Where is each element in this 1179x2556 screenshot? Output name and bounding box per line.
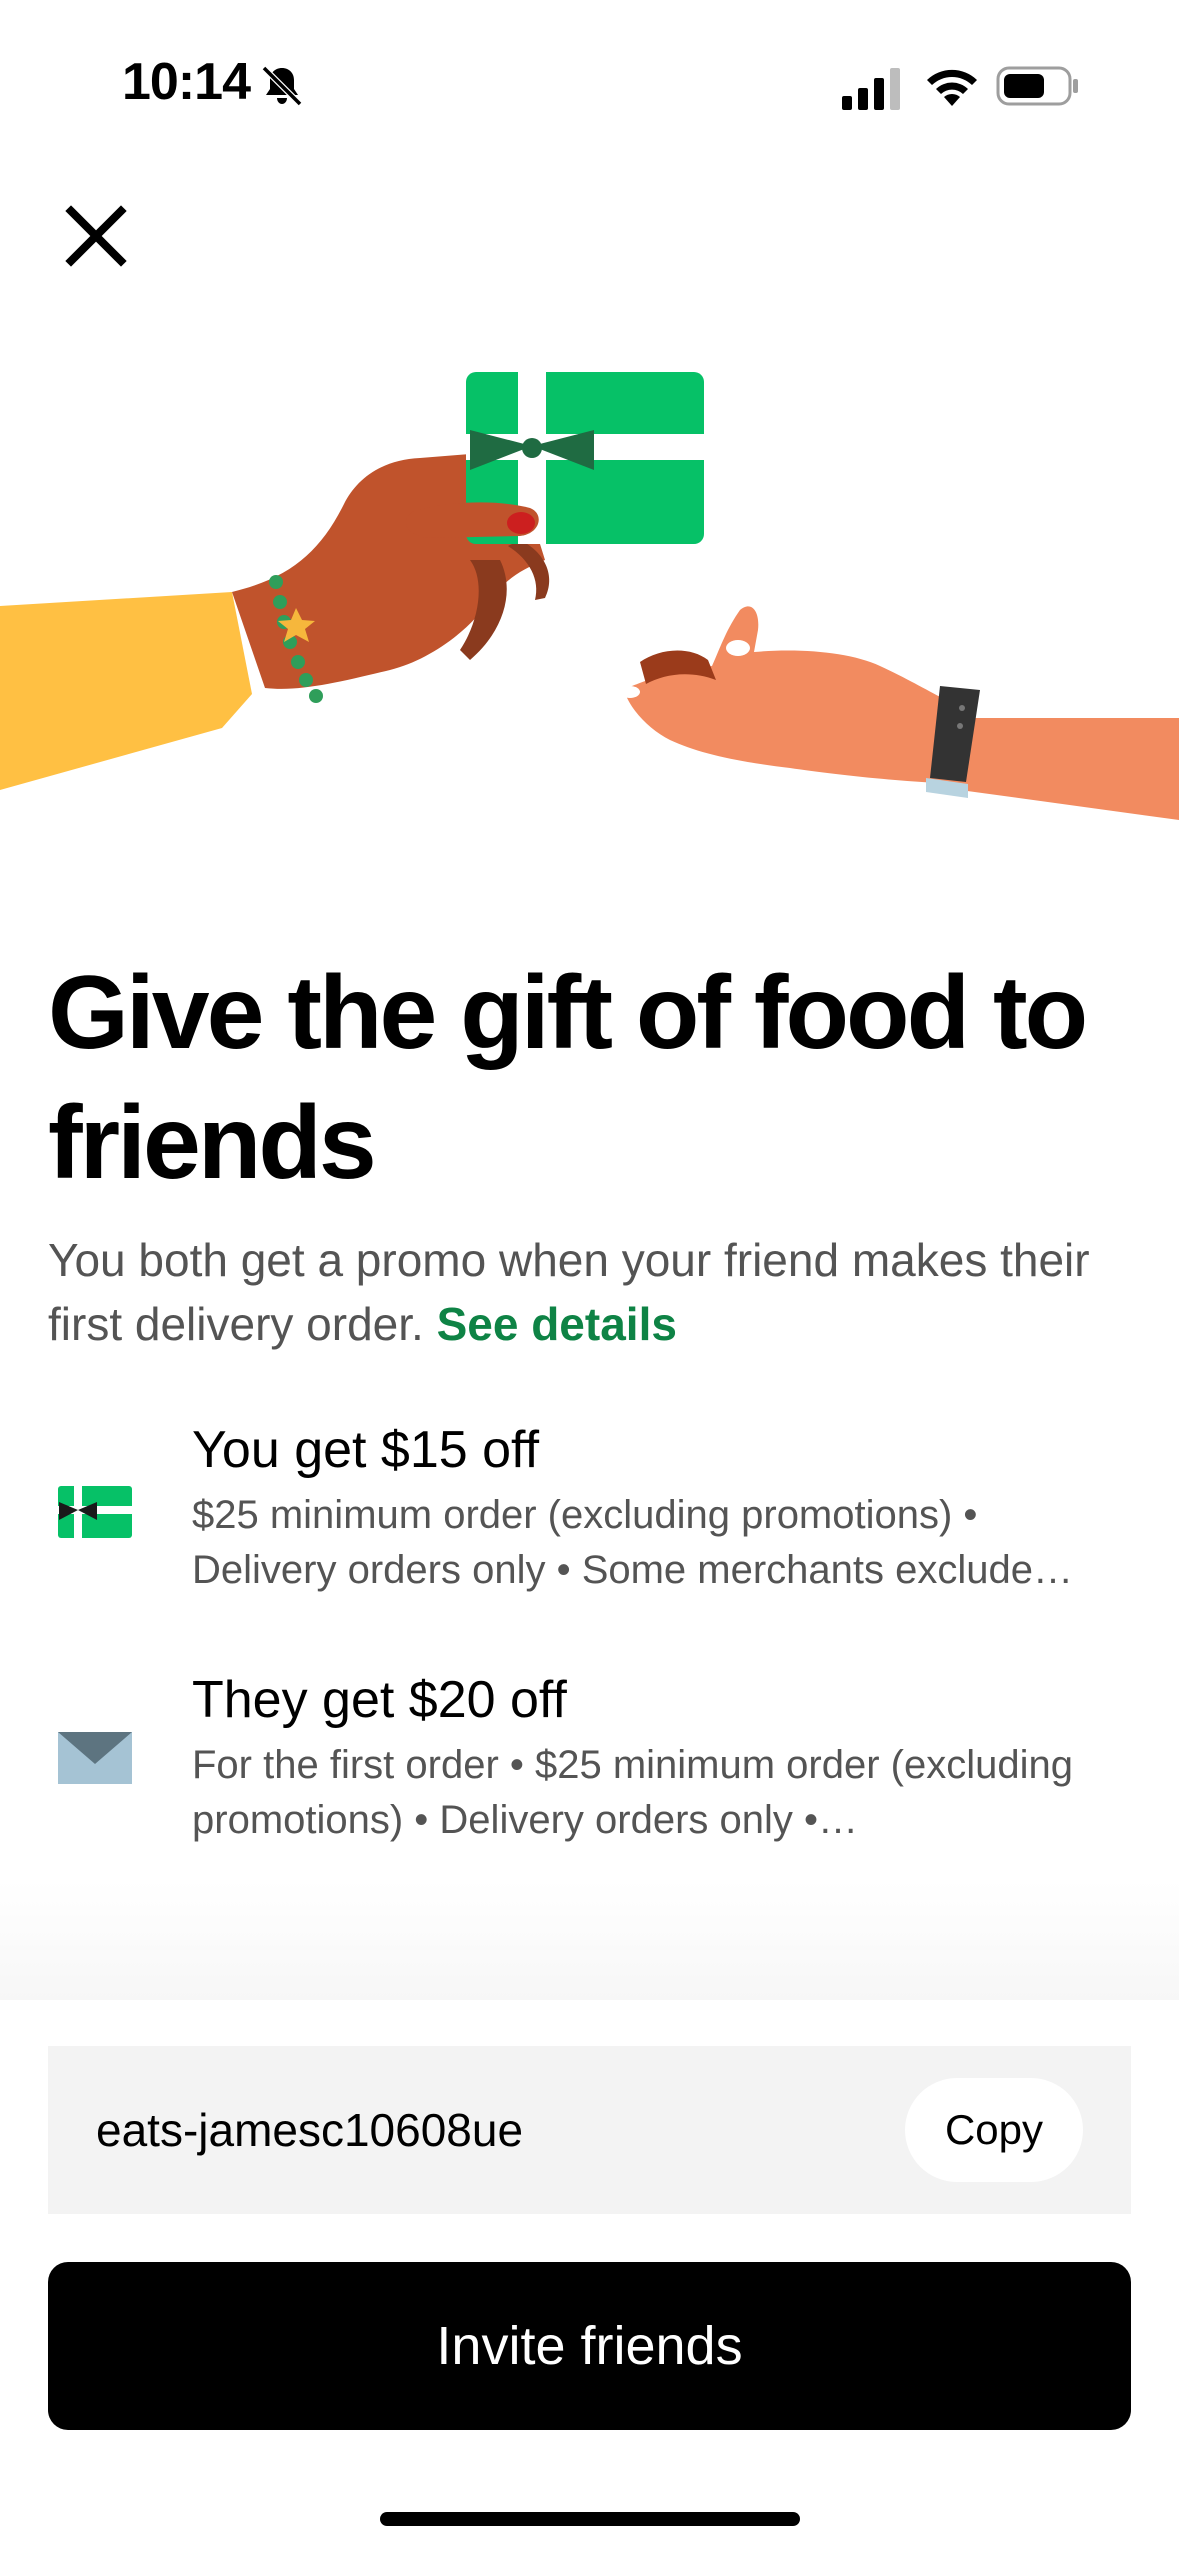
close-icon [65,205,127,267]
perk-description: For the first order • $25 minimum order … [192,1743,1073,1842]
see-details-link[interactable]: See details [437,1298,677,1350]
perk-title: They get $20 off [192,1671,567,1729]
close-button[interactable] [52,192,140,280]
referral-code: eats-jamesc10608ue [96,2104,524,2156]
perk-description: $25 minimum order (excluding promotions)… [192,1493,1074,1592]
page-title: Give the gift of food to friends [48,955,1088,1201]
bell-slash-icon [261,65,303,107]
promo-description: You both get a promo when your friend ma… [48,1228,1138,1356]
status-bar: 10:14 [0,0,1179,170]
perk-you-get: You get $15 off $25 minimum order (exclu… [0,1412,1179,1612]
copy-button[interactable]: Copy [905,2078,1083,2182]
battery-icon [996,66,1078,106]
perk-title: You get $15 off [192,1421,540,1479]
referral-code-box: eats-jamesc10608ue Copy [48,2046,1131,2214]
home-indicator[interactable] [380,2512,800,2526]
gift-card-handoff-illustration [0,372,1179,820]
envelope-icon [58,1732,132,1784]
perk-they-get: They get $20 off For the first order • $… [0,1662,1179,1862]
status-time: 10:14 [122,53,251,111]
invite-friends-button[interactable]: Invite friends [48,2262,1131,2430]
gift-card-icon [58,1486,132,1538]
scroll-fade [0,1880,1179,2000]
wifi-icon [927,69,977,106]
cellular-signal-icon [842,68,900,110]
